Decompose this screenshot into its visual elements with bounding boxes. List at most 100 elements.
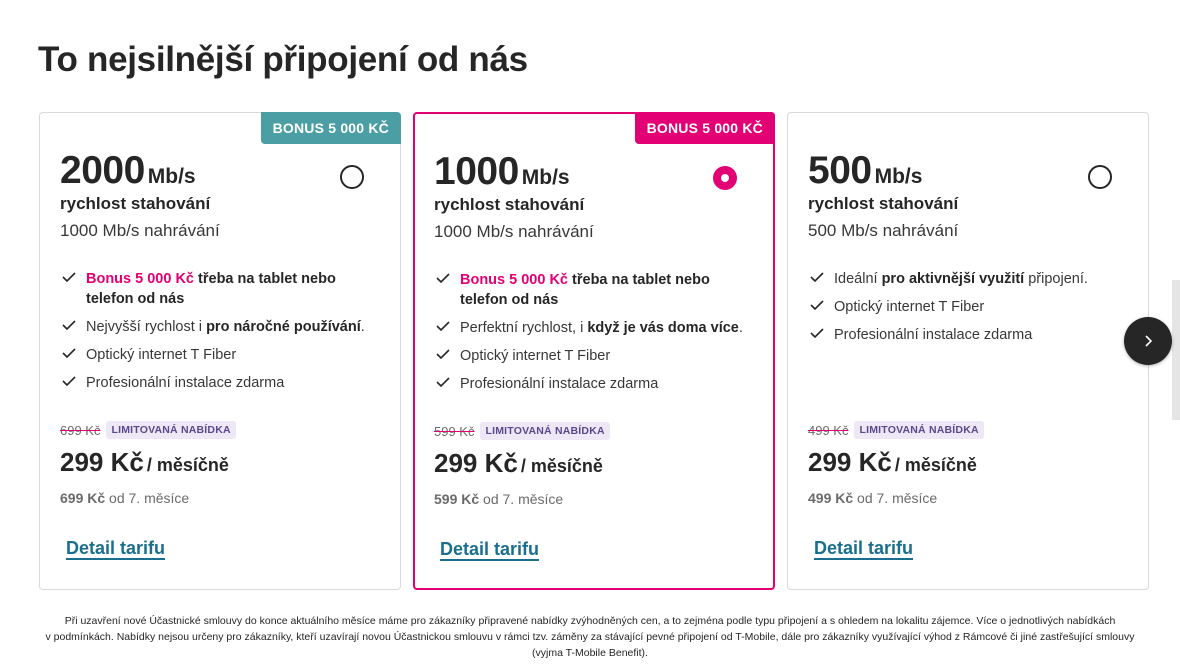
feature-bold: pro náročné používání [206, 319, 361, 335]
check-icon [62, 348, 76, 358]
feature-list: Bonus 5 000 Kč třeba na tablet nebo tele… [60, 269, 380, 401]
later-price-text: od 7. měsíce [105, 490, 190, 507]
feature-text: Nejvyšší rychlost i [86, 319, 207, 335]
feature-highlight: Bonus 5 000 Kč [86, 271, 194, 287]
check-icon [436, 349, 450, 359]
later-price: 699 Kč od 7. měsíce [60, 490, 380, 506]
feature-item: Optický internet T Fiber [808, 297, 1128, 317]
old-price: 599 Kč [434, 423, 475, 439]
feature-text: Profesionální instalace zdarma [460, 376, 659, 392]
feature-text: Perfektní rychlost, i [460, 320, 588, 336]
limited-offer-badge: LIMITOVANÁ NABÍDKA [480, 422, 610, 440]
speed-value: 500 [808, 149, 872, 192]
download-label: rychlost stahování [434, 195, 585, 214]
bonus-badge: BONUS 5 000 KČ [260, 112, 401, 144]
tariff-radio[interactable] [713, 166, 737, 190]
check-icon [810, 328, 824, 338]
feature-item: Profesionální instalace zdarma [60, 373, 380, 393]
check-icon [62, 272, 76, 282]
download-label: rychlost stahování [60, 194, 211, 213]
feature-text: Optický internet T Fiber [86, 347, 237, 363]
price-block: 499 Kč LIMITOVANÁ NABÍDKA 299 Kč / měsíčně… [808, 421, 1128, 506]
feature-item: Bonus 5 000 Kč třeba na tablet nebo tele… [434, 270, 753, 310]
tariff-radio[interactable] [1088, 165, 1112, 189]
check-icon [62, 320, 76, 330]
speed-value: 2000 [60, 149, 145, 192]
tariff-card-500[interactable]: 500 Mb/s rychlost stahování 500 Mb/s nahr… [787, 112, 1149, 590]
speed-unit: Mb/s [874, 165, 923, 188]
price-block: 599 Kč LIMITOVANÁ NABÍDKA 299 Kč / měsíčně… [434, 422, 753, 507]
feature-item: Nejvyšší rychlost i pro náročné používán… [60, 317, 380, 337]
check-icon [62, 376, 76, 386]
price-period: / měsíčně [146, 455, 229, 476]
chevron-right-icon [1145, 335, 1153, 347]
price-amount: 299 Kč [434, 448, 518, 479]
price: 299 Kč / měsíčně [434, 448, 753, 479]
feature-highlight: Bonus 5 000 Kč [460, 272, 568, 288]
feature-text: připojení. [1024, 271, 1088, 287]
speed-heading: 2000 Mb/s [60, 149, 196, 193]
price: 299 Kč / měsíčně [60, 447, 380, 478]
price-period: / měsíčně [520, 456, 603, 477]
speed-heading: 500 Mb/s [808, 149, 922, 193]
carousel-next-button[interactable] [1124, 317, 1172, 365]
download-label: rychlost stahování [808, 194, 959, 213]
later-price-amount: 699 Kč [60, 490, 106, 507]
later-price-amount: 499 Kč [808, 490, 854, 507]
tariff-card-2000[interactable]: BONUS 5 000 KČ 2000 Mb/s rychlost stahová… [39, 112, 401, 590]
upload-speed: 500 Mb/s nahrávání [808, 221, 959, 240]
speed-unit: Mb/s [521, 166, 570, 189]
feature-bold: když je vás doma více [587, 320, 739, 336]
speed-value: 1000 [434, 150, 519, 193]
check-icon [810, 272, 824, 282]
detail-tariff-link[interactable]: Detail tarifu [66, 538, 165, 559]
bonus-badge: BONUS 5 000 KČ [634, 112, 775, 144]
next-card-peek [1172, 280, 1180, 420]
old-price: 699 Kč [60, 422, 101, 438]
footnote-line: v podmínkách. Nabídky nejsou určeny pro … [45, 631, 1135, 643]
feature-text: . [360, 319, 365, 335]
feature-item: Ideální pro aktivnější využití připojení… [808, 269, 1128, 289]
feature-bold: pro aktivnější využití [881, 271, 1025, 287]
feature-item: Perfektní rychlost, i když je vás doma v… [434, 318, 753, 338]
upload-speed: 1000 Mb/s nahrávání [434, 222, 594, 241]
price-amount: 299 Kč [60, 447, 144, 478]
page-title: To nejsilnější připojení od nás [38, 40, 528, 79]
tariff-radio[interactable] [340, 165, 364, 189]
check-icon [436, 321, 450, 331]
feature-list: Bonus 5 000 Kč třeba na tablet nebo tele… [434, 270, 753, 402]
speed-heading: 1000 Mb/s [434, 150, 570, 194]
price: 299 Kč / měsíčně [808, 447, 1128, 478]
limited-offer-badge: LIMITOVANÁ NABÍDKA [854, 421, 984, 439]
feature-item: Optický internet T Fiber [434, 346, 753, 366]
feature-item: Profesionální instalace zdarma [808, 325, 1128, 345]
feature-item: Optický internet T Fiber [60, 345, 380, 365]
upload-speed: 1000 Mb/s nahrávání [60, 221, 220, 240]
feature-list: Ideální pro aktivnější využití připojení… [808, 269, 1128, 353]
later-price-text: od 7. měsíce [853, 490, 938, 507]
detail-tariff-link[interactable]: Detail tarifu [440, 539, 539, 560]
check-icon [810, 300, 824, 310]
check-icon [436, 377, 450, 387]
old-price: 499 Kč [808, 422, 849, 438]
price-block: 699 Kč LIMITOVANÁ NABÍDKA 299 Kč / měsíčně… [60, 421, 380, 506]
feature-text: Ideální [834, 271, 882, 287]
feature-text: Optický internet T Fiber [834, 299, 985, 315]
later-price: 599 Kč od 7. měsíce [434, 491, 753, 507]
feature-item: Profesionální instalace zdarma [434, 374, 753, 394]
tariff-card-1000[interactable]: BONUS 5 000 KČ 1000 Mb/s rychlost stahová… [413, 112, 775, 590]
speed-unit: Mb/s [147, 165, 196, 188]
legal-footnote: Při uzavření nové Účastnické smlouvy do … [40, 613, 1140, 661]
later-price-text: od 7. měsíce [479, 491, 564, 508]
check-icon [436, 273, 450, 283]
feature-item: Bonus 5 000 Kč třeba na tablet nebo tele… [60, 269, 380, 309]
feature-text: Profesionální instalace zdarma [86, 375, 285, 391]
footnote-line: (vyjma T-Mobile Benefit). [532, 647, 648, 659]
footnote-line: Při uzavření nové Účastnické smlouvy do … [64, 615, 1116, 627]
detail-tariff-link[interactable]: Detail tarifu [814, 538, 913, 559]
later-price: 499 Kč od 7. měsíce [808, 490, 1128, 506]
price-period: / měsíčně [894, 455, 977, 476]
feature-text: . [738, 320, 743, 336]
feature-text: Profesionální instalace zdarma [834, 327, 1033, 343]
later-price-amount: 599 Kč [434, 491, 480, 508]
